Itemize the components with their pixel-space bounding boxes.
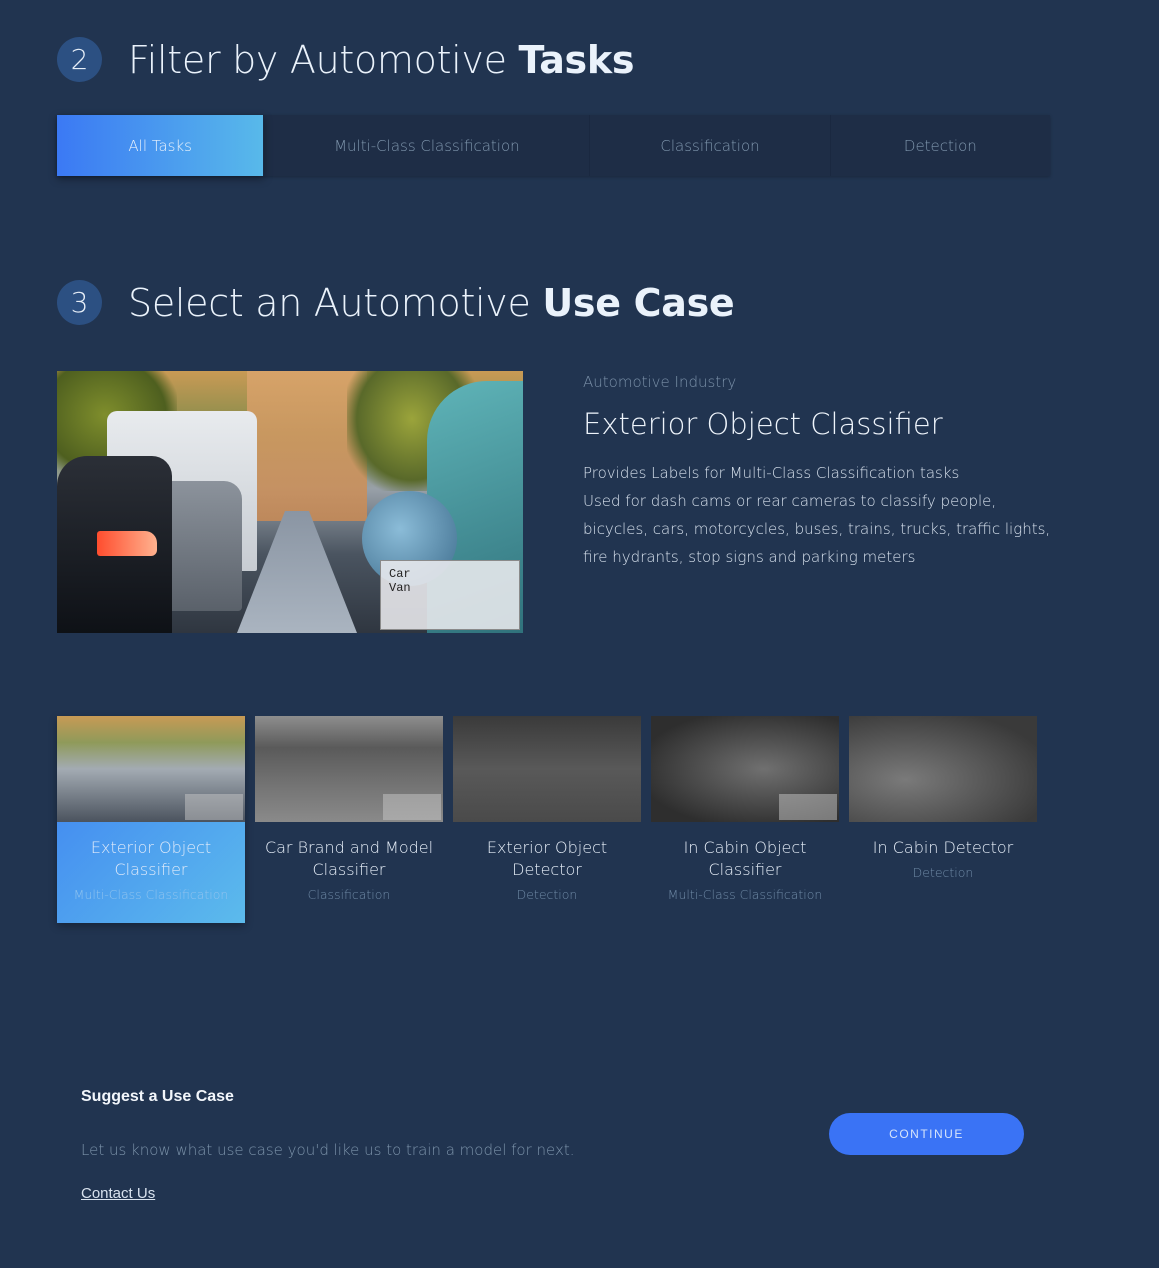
tab-classification[interactable]: Classification [590, 115, 831, 176]
continue-button[interactable]: CONTINUE [829, 1113, 1024, 1155]
card-thumbnail [255, 716, 443, 822]
use-case-card-exterior-object-detector[interactable]: Exterior Object Detector Detection [453, 716, 641, 923]
title-prefix: Select an Automotive [128, 280, 543, 325]
card-title: Exterior Object Detector [486, 838, 608, 879]
industry-label: Automotive Industry [583, 373, 737, 391]
card-task-type: Multi-Class Classification [73, 887, 229, 902]
card-title: Car Brand and Model Classifier [264, 838, 434, 879]
use-case-description: Provides Labels for Multi-Class Classifi… [583, 459, 1053, 571]
use-case-card-in-cabin-detector[interactable]: In Cabin Detector Detection [849, 716, 1037, 923]
card-task-type: Multi-Class Classification [667, 887, 823, 902]
card-thumbnail [453, 716, 641, 822]
card-task-type: Detection [912, 865, 974, 880]
title-bold: Tasks [518, 37, 635, 82]
thumbnail-label-box [779, 794, 837, 820]
card-title: In Cabin Object Classifier [683, 838, 807, 879]
step-3-heading: 3 Select an Automotive Use Case [57, 280, 735, 325]
card-thumbnail [651, 716, 839, 822]
step-number-badge: 2 [57, 37, 102, 82]
tab-all-tasks[interactable]: All Tasks [57, 115, 265, 176]
tab-multi-class-classification[interactable]: Multi-Class Classification [264, 115, 591, 176]
step-number-badge: 3 [57, 280, 102, 325]
thumbnail-label-box [185, 794, 243, 820]
task-filter-tabs: All Tasks Multi-Class Classification Cla… [57, 115, 1050, 176]
thumbnail-label-box [383, 794, 441, 820]
use-case-card-in-cabin-object-classifier[interactable]: In Cabin Object Classifier Multi-Class C… [651, 716, 839, 923]
card-title: Exterior Object Classifier [90, 838, 212, 879]
step-2-title: Filter by Automotive Tasks [128, 38, 634, 82]
description-line: Used for dash cams or rear cameras to cl… [583, 492, 1051, 566]
card-title: In Cabin Detector [872, 838, 1014, 857]
use-case-card-exterior-object-classifier[interactable]: Exterior Object Classifier Multi-Class C… [57, 716, 245, 923]
step-3-title: Select an Automotive Use Case [128, 280, 735, 325]
suggest-use-case-text: Let us know what use case you'd like us … [81, 1141, 575, 1159]
classification-label-box: Car Van [380, 560, 520, 630]
use-case-card-car-brand-model-classifier[interactable]: Car Brand and Model Classifier Classific… [255, 716, 443, 923]
scene-taillight [97, 531, 157, 556]
card-task-type: Classification [307, 887, 391, 902]
card-task-type: Detection [516, 887, 578, 902]
tab-detection[interactable]: Detection [831, 115, 1050, 176]
contact-us-link[interactable]: Contact Us [81, 1185, 155, 1202]
title-bold: Use Case [542, 280, 735, 325]
use-case-title: Exterior Object Classifier [583, 407, 943, 441]
title-prefix: Filter by Automotive [128, 37, 519, 82]
card-thumbnail [57, 716, 245, 822]
suggest-use-case-title: Suggest a Use Case [81, 1088, 234, 1105]
use-case-detail: Automotive Industry Exterior Object Clas… [583, 373, 1053, 571]
label-text: Car [389, 567, 411, 581]
card-thumbnail [849, 716, 1037, 822]
use-case-preview-image: Car Van [57, 371, 523, 633]
label-text: Van [389, 581, 411, 595]
description-line: Provides Labels for Multi-Class Classifi… [583, 464, 960, 482]
step-2-heading: 2 Filter by Automotive Tasks [57, 37, 634, 82]
use-case-cards: Exterior Object Classifier Multi-Class C… [57, 716, 1037, 923]
